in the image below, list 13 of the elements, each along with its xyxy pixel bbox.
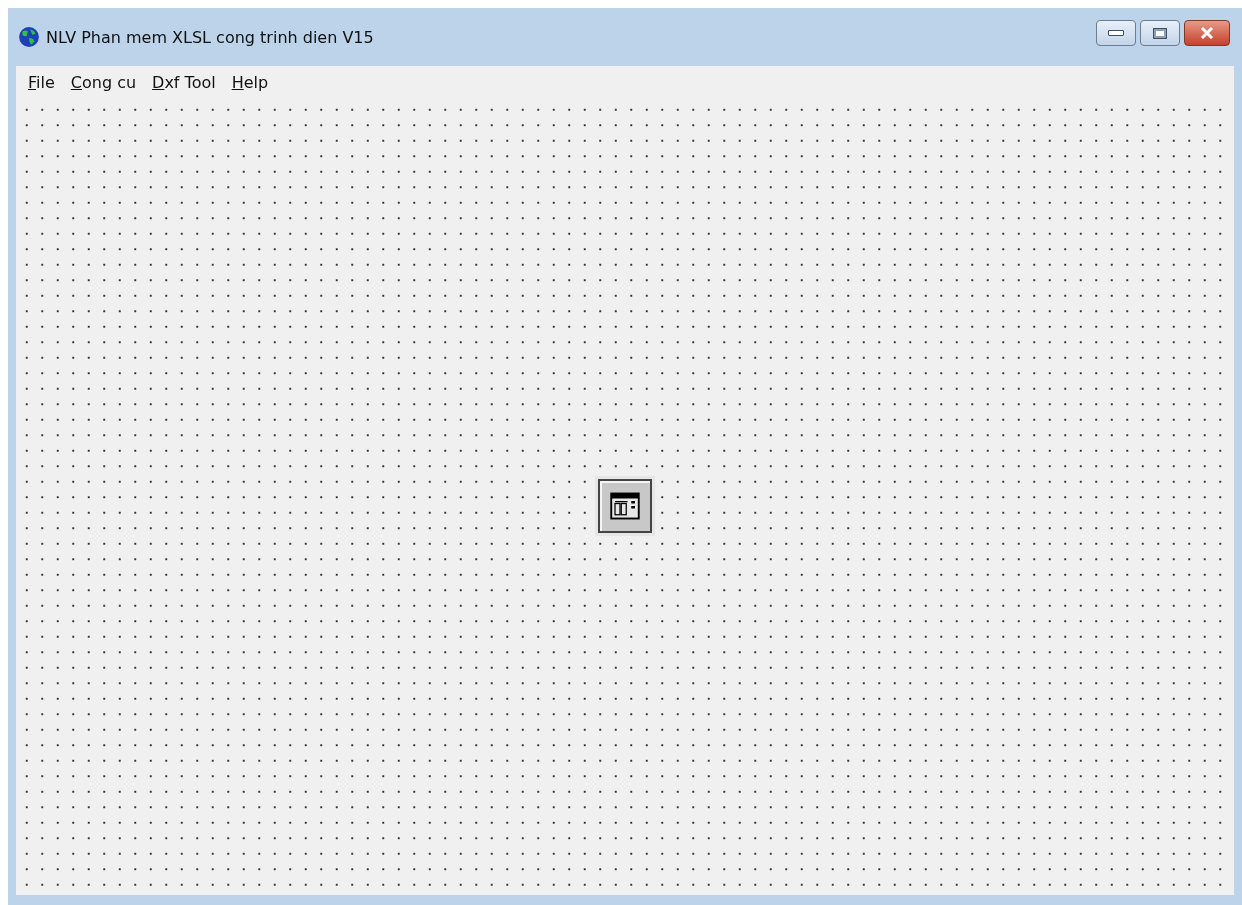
close-icon bbox=[1200, 27, 1214, 39]
menu-item[interactable]: Help bbox=[231, 72, 269, 92]
menu-item[interactable]: File bbox=[28, 72, 55, 92]
minimize-button[interactable] bbox=[1096, 20, 1136, 46]
close-button[interactable] bbox=[1184, 20, 1230, 46]
maximize-icon bbox=[1153, 27, 1167, 39]
minimize-icon bbox=[1108, 30, 1124, 36]
globe-icon bbox=[18, 26, 40, 48]
form-control-icon[interactable] bbox=[598, 478, 652, 533]
maximize-button[interactable] bbox=[1140, 20, 1180, 46]
menu-item[interactable]: Dxf Tool bbox=[152, 72, 216, 92]
window-title: NLV Phan mem XLSL cong trinh dien V15 bbox=[46, 27, 374, 47]
menu-item[interactable]: Cong cu bbox=[70, 72, 137, 92]
